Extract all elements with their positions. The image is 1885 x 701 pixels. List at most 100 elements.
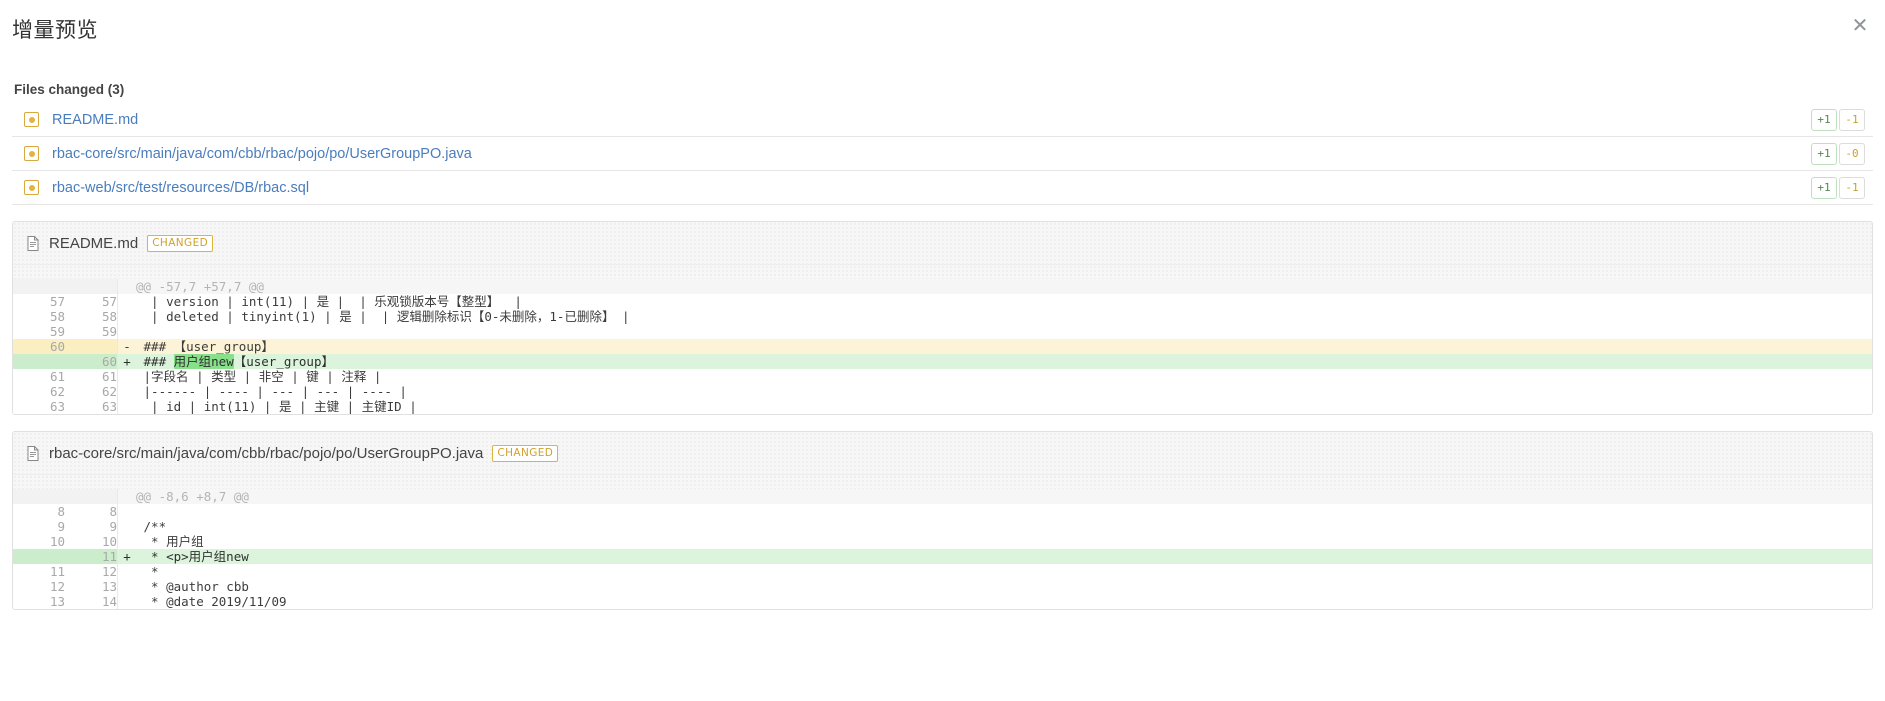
document-icon [27, 235, 39, 251]
list-item[interactable]: README.md +1 -1 [12, 103, 1873, 137]
old-line-number: 9 [13, 519, 65, 534]
diff-marker [117, 294, 136, 309]
additions-badge: +1 [1811, 176, 1837, 199]
page-title: 增量预览 [12, 19, 98, 42]
old-line-number: 63 [13, 399, 65, 414]
status-badge: CHANGED [147, 234, 214, 252]
new-line-number: 8 [65, 504, 118, 519]
new-line-number [65, 339, 118, 354]
table-row-removed: 60 - ### 【user_group】 [13, 339, 1872, 354]
diff-code: |------ | ---- | --- | --- | ---- | [136, 384, 1872, 399]
diff-panel-readme: README.md CHANGED @@ -57,7 +57,7 @@ 57 5… [12, 221, 1873, 415]
diff-counts: +1 -1 [1811, 108, 1865, 131]
diff-marker [117, 579, 136, 594]
new-line-number: 9 [65, 519, 118, 534]
new-line-number: 59 [65, 324, 118, 339]
new-line-number: 62 [65, 384, 118, 399]
old-line-number: 10 [13, 534, 65, 549]
diff-marker [117, 504, 136, 519]
code-prefix: ### [136, 354, 174, 369]
diff-hunk-header-row: @@ -57,7 +57,7 @@ [13, 279, 1872, 294]
diff-panel-subbar [13, 475, 1872, 489]
deletions-badge: -0 [1839, 142, 1865, 165]
diff-panel-filename: README.md [49, 234, 139, 252]
deletions-badge: -1 [1839, 176, 1865, 199]
diff-code: ### 用户组new【user_group】 [136, 354, 1872, 369]
diff-code: ### 【user_group】 [136, 339, 1872, 354]
dialog-header: 增量预览 ✕ [0, 0, 1885, 56]
file-path-link[interactable]: rbac-core/src/main/java/com/cbb/rbac/poj… [52, 146, 472, 162]
hunk-new-gutter [65, 489, 118, 504]
diff-panel-header[interactable]: rbac-core/src/main/java/com/cbb/rbac/poj… [13, 432, 1872, 475]
old-line-number [13, 354, 65, 369]
diff-code: * 用户组 [136, 534, 1872, 549]
diff-marker [117, 399, 136, 414]
diff-marker [117, 519, 136, 534]
hunk-old-gutter [13, 489, 65, 504]
additions-badge: +1 [1811, 108, 1837, 131]
new-line-number: 61 [65, 369, 118, 384]
diff-panel-subbar [13, 265, 1872, 279]
modified-file-icon [24, 112, 39, 127]
deletions-badge: -1 [1839, 108, 1865, 131]
new-line-number: 10 [65, 534, 118, 549]
new-line-number: 12 [65, 564, 118, 579]
diff-code: * <p>用户组new [136, 549, 1872, 564]
diff-code: /** [136, 519, 1872, 534]
diff-counts: +1 -0 [1811, 142, 1865, 165]
diff-code: * [136, 564, 1872, 579]
table-row: 59 59 [13, 324, 1872, 339]
old-line-number: 61 [13, 369, 65, 384]
diff-code: * @date 2019/11/09 [136, 594, 1872, 609]
diff-marker [117, 309, 136, 324]
diff-marker [117, 384, 136, 399]
diff-code: | version | int(11) | 是 | | 乐观锁版本号【整型】 | [136, 294, 1872, 309]
status-badge: CHANGED [492, 444, 559, 462]
diff-marker [117, 369, 136, 384]
diff-hunk-header-row: @@ -8,6 +8,7 @@ [13, 489, 1872, 504]
code-prefix: * <p>用户组new [136, 549, 249, 564]
old-line-number [13, 549, 65, 564]
diff-code: | id | int(11) | 是 | 主键 | 主键ID | [136, 399, 1872, 414]
old-line-number: 11 [13, 564, 65, 579]
diff-panel-header[interactable]: README.md CHANGED [13, 222, 1872, 265]
table-row: 12 13 * @author cbb [13, 579, 1872, 594]
list-item[interactable]: rbac-core/src/main/java/com/cbb/rbac/poj… [12, 137, 1873, 171]
hunk-marker [117, 489, 136, 504]
diff-marker [117, 534, 136, 549]
new-line-number: 11 [65, 549, 118, 564]
files-changed-heading: Files changed (3) [14, 82, 125, 97]
diff-code: |字段名 | 类型 | 非空 | 键 | 注释 | [136, 369, 1872, 384]
old-line-number: 60 [13, 339, 65, 354]
diff-code [136, 504, 1872, 519]
old-line-number: 8 [13, 504, 65, 519]
old-line-number: 59 [13, 324, 65, 339]
hunk-header-text: @@ -8,6 +8,7 @@ [136, 489, 1872, 504]
hunk-marker [117, 279, 136, 294]
file-path-link[interactable]: rbac-web/src/test/resources/DB/rbac.sql [52, 180, 309, 196]
table-row: 9 9 /** [13, 519, 1872, 534]
old-line-number: 13 [13, 594, 65, 609]
table-row: 58 58 | deleted | tinyint(1) | 是 | | 逻辑删… [13, 309, 1872, 324]
diff-marker [117, 594, 136, 609]
hunk-new-gutter [65, 279, 118, 294]
table-row: 13 14 * @date 2019/11/09 [13, 594, 1872, 609]
list-item[interactable]: rbac-web/src/test/resources/DB/rbac.sql … [12, 171, 1873, 205]
close-icon[interactable]: ✕ [1847, 12, 1873, 38]
hunk-old-gutter [13, 279, 65, 294]
diff-marker [117, 564, 136, 579]
word-level-highlight: 用户组new [173, 354, 234, 369]
diff-panel-filename: rbac-core/src/main/java/com/cbb/rbac/poj… [49, 444, 484, 462]
table-row-added: 11 + * <p>用户组new [13, 549, 1872, 564]
diff-marker: - [117, 339, 136, 354]
new-line-number: 63 [65, 399, 118, 414]
new-line-number: 14 [65, 594, 118, 609]
new-line-number: 13 [65, 579, 118, 594]
diff-table: @@ -57,7 +57,7 @@ 57 57 | version | int(… [13, 279, 1872, 414]
diff-marker: + [117, 354, 136, 369]
diff-code [136, 324, 1872, 339]
table-row-added: 60 + ### 用户组new【user_group】 [13, 354, 1872, 369]
file-path-link[interactable]: README.md [52, 112, 138, 128]
files-changed-section: Files changed (3) README.md +1 -1 rbac-c… [0, 82, 1885, 205]
table-row: 61 61 |字段名 | 类型 | 非空 | 键 | 注释 | [13, 369, 1872, 384]
